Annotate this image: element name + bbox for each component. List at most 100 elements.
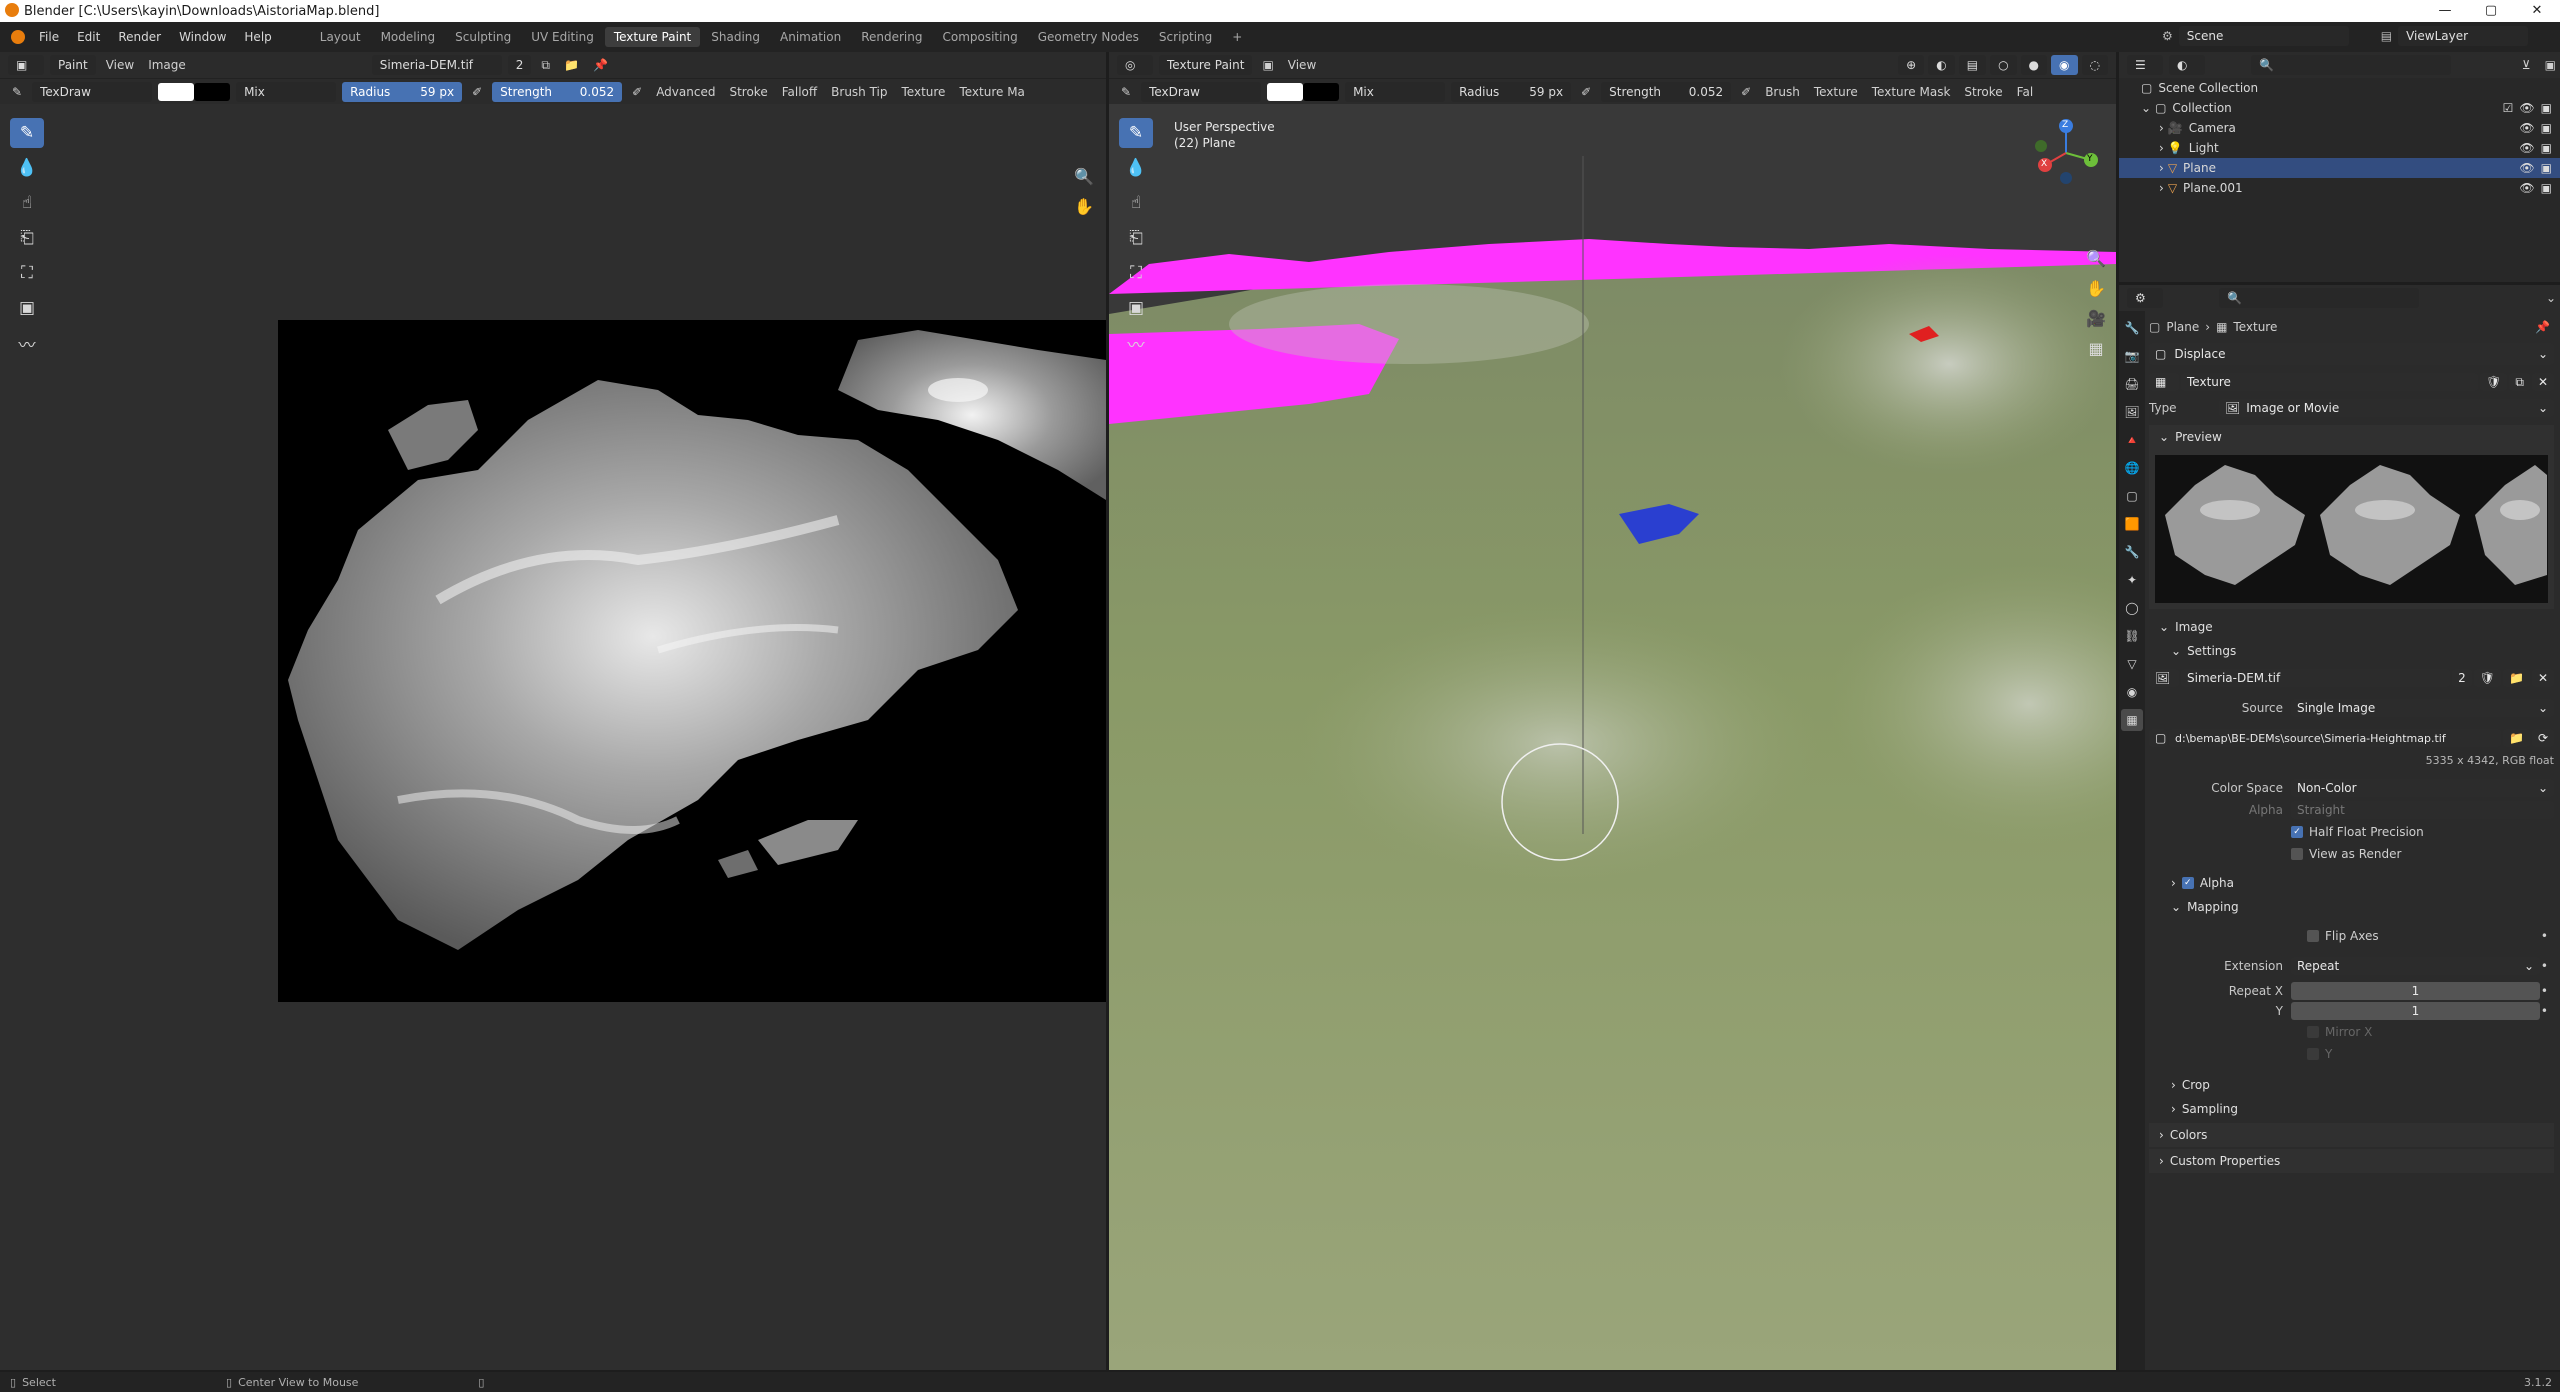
viewport-stroke-dropdown[interactable]: Stroke xyxy=(1960,85,2006,99)
flip-axes-row[interactable]: Flip Axes • xyxy=(2149,925,2554,947)
camera-render-icon[interactable]: ▣ xyxy=(2541,141,2552,155)
navigation-gizmo[interactable]: Z Y X xyxy=(2031,118,2101,188)
tab-geometry-nodes[interactable]: Geometry Nodes xyxy=(1029,27,1148,47)
fake-user-icon[interactable]: 🛡 xyxy=(2480,373,2508,391)
light-toggles[interactable]: 👁 ▣ xyxy=(2519,141,2552,155)
extension-dropdown[interactable]: Repeat ⌄ xyxy=(2291,957,2540,975)
pin-icon[interactable]: 📌 xyxy=(2535,320,2550,334)
add-workspace-button[interactable]: + xyxy=(1223,27,1251,47)
properties-editor-type-icon[interactable]: ⚙ xyxy=(2127,288,2163,308)
texture-dropdown[interactable]: Texture xyxy=(898,85,950,99)
texture-mask-dropdown[interactable]: Texture Ma xyxy=(955,85,1028,99)
editor-type-icon[interactable]: ▣ xyxy=(8,55,44,75)
world-tab-icon[interactable]: 🌐 xyxy=(2121,457,2143,479)
data-tab-icon[interactable]: ▽ xyxy=(2121,653,2143,675)
particles-tab-icon[interactable]: ✦ xyxy=(2121,569,2143,591)
camera-toggles[interactable]: 👁 ▣ xyxy=(2519,121,2552,135)
tool-tab-icon[interactable]: 🔧 xyxy=(2121,317,2143,339)
tab-texture-paint[interactable]: Texture Paint xyxy=(604,27,701,47)
plane-toggles[interactable]: 👁 ▣ xyxy=(2519,161,2552,175)
viewport-falloff-dropdown[interactable]: Fal xyxy=(2013,85,2038,99)
keyframe-dot-icon[interactable]: • xyxy=(2541,959,2548,973)
menu-file[interactable]: File xyxy=(30,30,68,44)
viewport-menu-view[interactable]: View xyxy=(1284,58,1320,72)
plane-001-toggles[interactable]: 👁 ▣ xyxy=(2519,181,2552,195)
outliner-item-plane[interactable]: › ▽ Plane 👁 ▣ xyxy=(2119,158,2560,178)
viewport-mode-dropdown[interactable]: Texture Paint xyxy=(1159,55,1253,75)
viewport-texture-mask-dropdown[interactable]: Texture Mask xyxy=(1868,85,1955,99)
outliner-editor-type-icon[interactable]: ☰ xyxy=(2127,55,2163,75)
outliner-item-plane-001[interactable]: › ▽ Plane.001 👁 ▣ xyxy=(2119,178,2560,198)
menu-help[interactable]: Help xyxy=(235,30,280,44)
secondary-color-swatch[interactable] xyxy=(194,82,231,101)
viewport-toggle-icon[interactable]: ▣ xyxy=(1258,58,1277,72)
radius-pressure-icon[interactable]: ✐ xyxy=(468,85,486,99)
image-open-icon[interactable]: 📁 xyxy=(560,58,583,72)
wireframe-shading-icon[interactable]: ○ xyxy=(1990,55,2017,75)
object-tab-icon[interactable]: 🟧 xyxy=(2121,513,2143,535)
vp-smear-tool-icon[interactable]: ☝ xyxy=(1119,188,1153,218)
menu-edit[interactable]: Edit xyxy=(68,30,109,44)
checkbox-icon[interactable]: ☑ xyxy=(2503,101,2514,115)
camera-render-icon[interactable]: ▣ xyxy=(2541,181,2552,195)
keyframe-dot-icon[interactable]: • xyxy=(2541,1004,2548,1018)
view-as-render-row[interactable]: View as Render xyxy=(2149,843,2554,865)
image-browse-icon[interactable]: 🖼 xyxy=(2149,669,2179,687)
minimize-button[interactable]: — xyxy=(2422,0,2468,22)
alpha-panel-header[interactable]: › ✓ Alpha xyxy=(2149,871,2554,895)
expand-icon[interactable]: › xyxy=(2159,181,2164,195)
colors-panel-header[interactable]: › Colors xyxy=(2149,1123,2554,1147)
radius-slider[interactable]: Radius 59 px xyxy=(342,81,463,102)
rendered-shading-icon[interactable]: ◌ xyxy=(2081,55,2108,75)
tab-sculpting[interactable]: Sculpting xyxy=(446,27,520,47)
image-mode-dropdown[interactable]: Paint xyxy=(50,55,96,75)
tab-modeling[interactable]: Modeling xyxy=(372,27,445,47)
image-name-field[interactable]: Simeria-DEM.tif xyxy=(2181,669,2451,687)
scene-tab-icon[interactable]: 🔺 xyxy=(2121,429,2143,451)
brush-tip-dropdown[interactable]: Brush Tip xyxy=(827,85,891,99)
strength-pressure-icon[interactable]: ✐ xyxy=(628,85,646,99)
properties-search-icon[interactable]: 🔍 xyxy=(2219,288,2419,308)
vp-pan-hand-icon[interactable]: ✋ xyxy=(2082,274,2110,302)
image-panel-header[interactable]: ⌄ Image xyxy=(2149,615,2554,639)
repeat-x-field[interactable]: 1 xyxy=(2291,982,2540,1000)
scene-collection-row[interactable]: ▢ Scene Collection xyxy=(2119,78,2560,98)
outliner-item-camera[interactable]: › 🎥 Camera 👁 ▣ xyxy=(2119,118,2560,138)
brush-name-field[interactable]: TexDraw xyxy=(32,81,153,102)
crop-panel-header[interactable]: › Crop xyxy=(2149,1073,2554,1097)
physics-tab-icon[interactable]: ◯ xyxy=(2121,597,2143,619)
texture-browse-icon[interactable]: ▦ xyxy=(2149,373,2179,391)
clone-tool-icon[interactable]: ⎗ xyxy=(10,223,44,253)
pin-icon[interactable]: 📌 xyxy=(589,58,612,72)
tab-animation[interactable]: Animation xyxy=(771,27,850,47)
advanced-dropdown[interactable]: Advanced xyxy=(652,85,719,99)
vp-soften-tool-icon[interactable]: 💧 xyxy=(1119,153,1153,183)
soften-tool-icon[interactable]: 💧 xyxy=(10,153,44,183)
reload-icon[interactable]: ⟳ xyxy=(2531,729,2554,747)
scene-selector[interactable]: Scene xyxy=(2178,26,2349,46)
heightmap-image[interactable] xyxy=(278,320,1106,1002)
overlays-icon[interactable]: ◐ xyxy=(1928,55,1955,75)
outliner-search-icon[interactable]: 🔍 xyxy=(2251,55,2451,75)
xray-icon[interactable]: ▤ xyxy=(1958,55,1987,75)
smear-tool-icon[interactable]: ☝ xyxy=(10,188,44,218)
outliner-filter-icon[interactable]: ⊻ xyxy=(2518,58,2535,72)
source-dropdown[interactable]: Single Image ⌄ xyxy=(2291,699,2554,717)
viewport-secondary-color[interactable] xyxy=(1303,82,1340,101)
texture-name-field[interactable]: Texture xyxy=(2181,373,2479,391)
menu-render[interactable]: Render xyxy=(109,30,170,44)
eye-icon[interactable]: 👁 xyxy=(2519,101,2534,115)
flip-axes-checkbox[interactable] xyxy=(2307,930,2319,942)
vp-draw-tool-icon[interactable]: ✎ xyxy=(1119,118,1153,148)
annotate-tool-icon[interactable]: 〰 xyxy=(10,328,44,358)
outliner-display-mode-icon[interactable]: ◐ xyxy=(2169,55,2205,75)
menu-view[interactable]: View xyxy=(102,58,138,72)
eye-icon[interactable]: 👁 xyxy=(2519,161,2534,175)
constraints-tab-icon[interactable]: ⛓ xyxy=(2121,625,2143,647)
falloff-dropdown[interactable]: Falloff xyxy=(778,85,821,99)
viewport-primary-color[interactable] xyxy=(1267,82,1304,101)
unlink-icon[interactable]: ✕ xyxy=(2531,373,2554,391)
keyframe-dot-icon[interactable]: • xyxy=(2541,929,2548,943)
expand-chevron-icon[interactable]: ⌄ xyxy=(2141,101,2151,115)
zoom-icon[interactable]: 🔍 xyxy=(1070,162,1098,190)
